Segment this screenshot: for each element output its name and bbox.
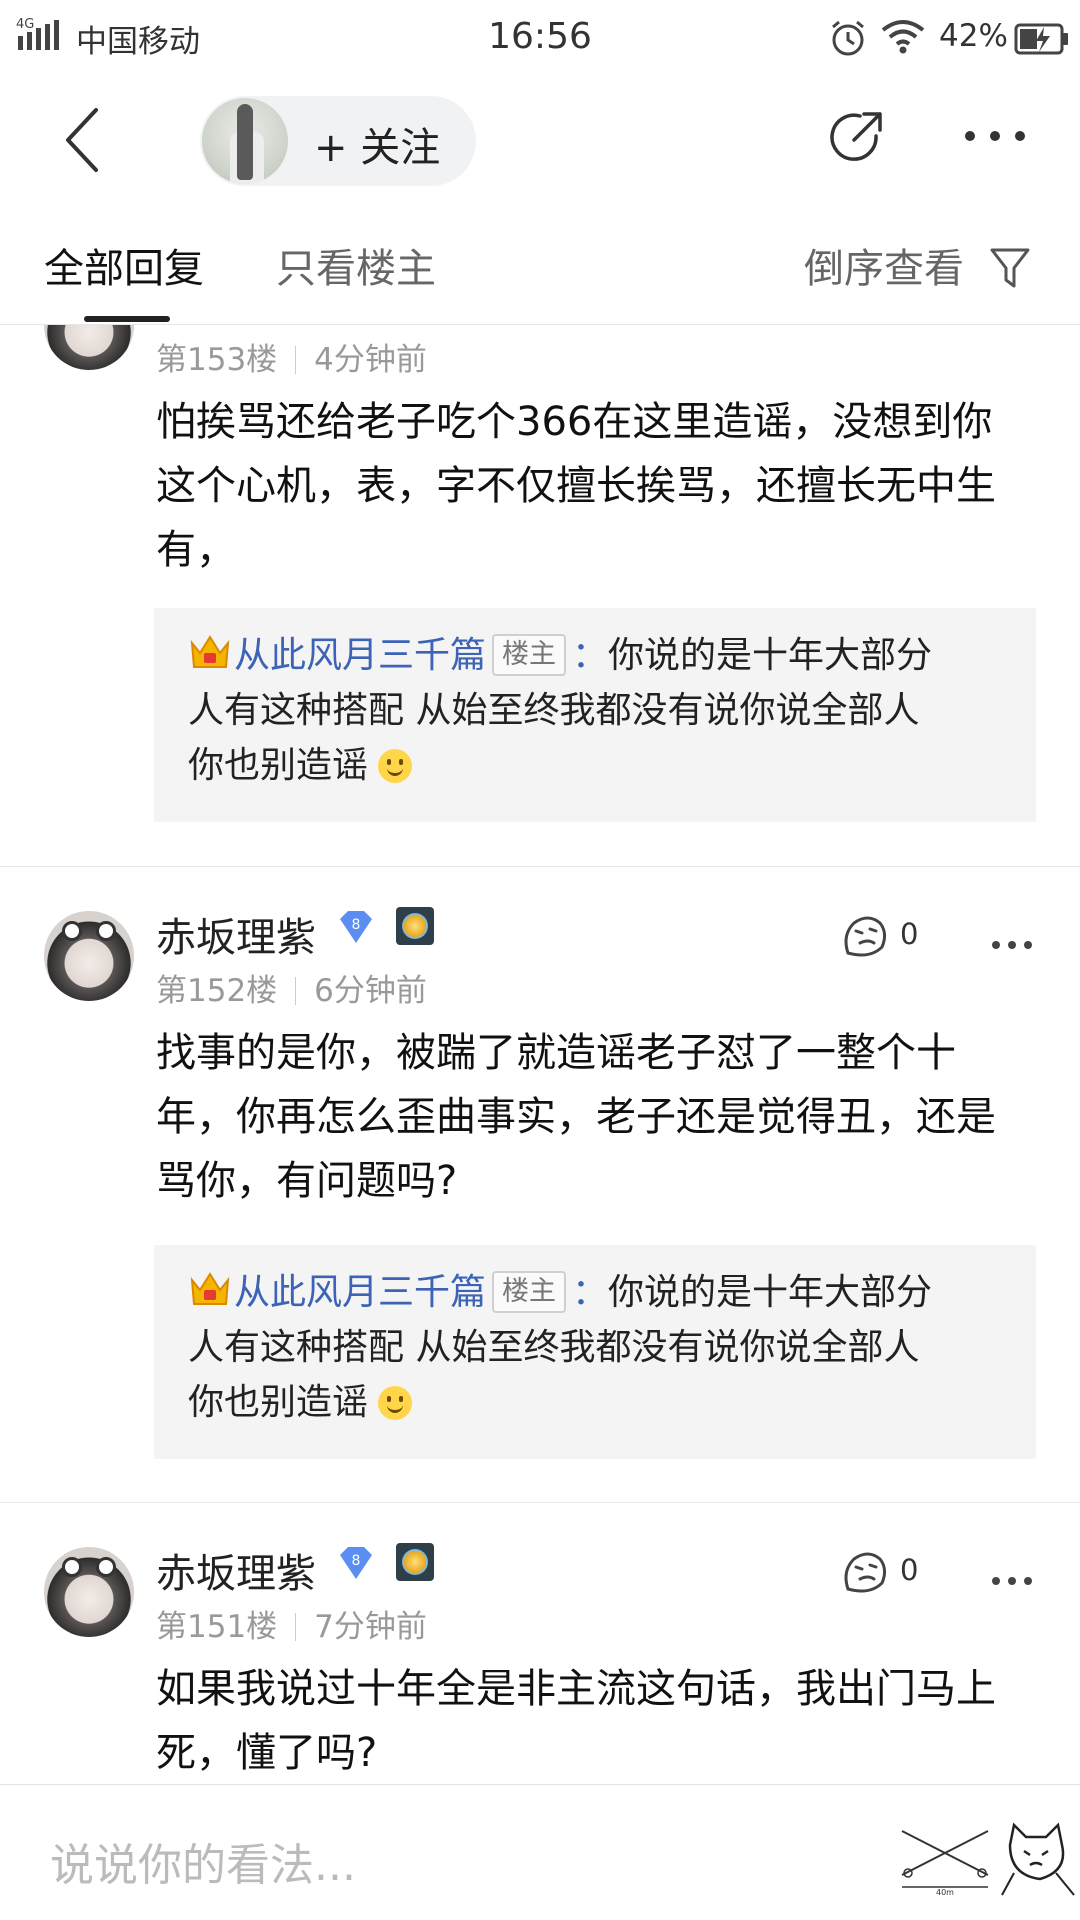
- sub-reply-author[interactable]: 从此风月三千篇: [234, 1272, 486, 1313]
- like-count: 0: [900, 1553, 919, 1587]
- post-time: 7分钟前: [314, 1609, 427, 1645]
- floor-number: 第152楼: [156, 973, 278, 1009]
- battery-percent: 42%: [939, 18, 1008, 54]
- level-badge-icon: 8: [340, 911, 372, 943]
- content-line: 死，懂了吗?: [156, 1730, 378, 1776]
- status-bar: 4G 中国移动 16:56 42%: [0, 0, 1080, 76]
- sub-reply-author[interactable]: 从此风月三千篇: [234, 635, 486, 676]
- svg-text:40m: 40m: [936, 1888, 954, 1897]
- reply-content: 如果我说过十年全是非主流这句话，我出门马上 死，懂了吗?: [156, 1657, 1036, 1784]
- post-more-icon[interactable]: [990, 1573, 1034, 1589]
- sub-reply-text: 人有这种搭配 从始至终我都没有说你说全部人: [188, 1327, 920, 1368]
- floor-number: 第151楼: [156, 1609, 278, 1645]
- like-face-icon: [844, 916, 887, 957]
- tab-host-only[interactable]: 只看楼主: [276, 236, 436, 294]
- reply-feed: 第153楼 4分钟前 怕挨骂还给老子吃个366在这里造谣，没想到你 这个心机，表，…: [0, 324, 1080, 1784]
- svg-text:8: 8: [352, 1553, 361, 1569]
- sub-reply-text: 你也别造谣: [188, 745, 369, 786]
- avatar[interactable]: [44, 1547, 134, 1637]
- avatar[interactable]: [44, 324, 134, 370]
- post-meta: 第153楼 4分钟前: [156, 334, 427, 379]
- host-tag: 楼主: [492, 1271, 567, 1313]
- post-meta: 第152楼 6分钟前: [156, 965, 427, 1010]
- like-button[interactable]: 0: [840, 913, 960, 963]
- more-icon[interactable]: [960, 116, 1030, 156]
- content-line: 找事的是你，被踹了就造谣老子怼了一整个十: [156, 1030, 956, 1076]
- reply-item[interactable]: 赤坂理紫 8 第151楼 7分钟前 0 如果我说过十年全是非主流这句话，我出门马…: [0, 1503, 1080, 1784]
- content-line: 有，: [156, 527, 236, 573]
- reply-tabs: 全部回复 只看楼主 倒序查看: [0, 206, 1080, 325]
- like-count: 0: [900, 917, 919, 951]
- active-tab-indicator: [84, 316, 170, 322]
- post-detail-screen: 4G 中国移动 16:56 42% + 关注 全部回复 只看楼主 倒序查看 第1…: [0, 0, 1080, 1920]
- sub-reply-text: 你说的是十年大部分: [608, 1272, 933, 1313]
- medal-icon: [396, 907, 434, 945]
- back-icon[interactable]: [56, 100, 116, 180]
- sub-reply-text: 你也别造谣: [188, 1382, 369, 1423]
- comment-bar: 说说你的看法... 40m: [0, 1784, 1080, 1920]
- host-tag: 楼主: [492, 634, 567, 676]
- alarm-icon: [832, 20, 864, 56]
- username[interactable]: 赤坂理紫: [156, 1541, 316, 1599]
- svg-text:8: 8: [352, 917, 361, 933]
- cat-sticker-icon[interactable]: [996, 1815, 1080, 1899]
- comment-input[interactable]: 说说你的看法...: [50, 1829, 356, 1893]
- reply-item[interactable]: 第153楼 4分钟前 怕挨骂还给老子吃个366在这里造谣，没想到你 这个心机，表，…: [0, 324, 1080, 864]
- username[interactable]: 赤坂理紫: [156, 905, 316, 963]
- like-face-icon: [844, 1552, 887, 1593]
- smile-emoji-icon: [378, 749, 413, 783]
- like-button[interactable]: 0: [840, 1549, 960, 1599]
- post-time: 6分钟前: [314, 973, 427, 1009]
- medal-icon: [396, 1543, 434, 1581]
- content-line: 怕挨骂还给老子吃个366在这里造谣，没想到你: [156, 399, 993, 445]
- post-more-icon[interactable]: [990, 937, 1034, 953]
- level-badge-icon: 8: [340, 1547, 372, 1579]
- author-avatar[interactable]: [202, 98, 288, 184]
- content-line: 这个心机，表，字不仅擅长挨骂，还擅长无中生: [156, 463, 996, 509]
- reply-content: 怕挨骂还给老子吃个366在这里造谣，没想到你 这个心机，表，字不仅擅长挨骂，还擅…: [156, 390, 1036, 582]
- measure-sticker-icon[interactable]: 40m: [898, 1817, 992, 1897]
- reply-item[interactable]: 赤坂理紫 8 第152楼 6分钟前 0 找事的是你，被踹了就造谣老子怼了一整个十…: [0, 867, 1080, 1503]
- post-time: 4分钟前: [314, 342, 427, 378]
- reverse-order-button[interactable]: 倒序查看: [804, 236, 964, 294]
- top-nav: + 关注: [0, 76, 1080, 206]
- reply-content: 找事的是你，被踹了就造谣老子怼了一整个十 年，你再怎么歪曲事实，老子还是觉得丑，…: [156, 1021, 1036, 1213]
- sub-reply-text: 你说的是十年大部分: [608, 635, 933, 676]
- content-line: 骂你，有问题吗?: [156, 1158, 458, 1204]
- battery-icon: [1014, 23, 1068, 55]
- crown-icon: [190, 1272, 230, 1305]
- filter-icon[interactable]: [988, 244, 1032, 292]
- content-line: 年，你再怎么歪曲事实，老子还是觉得丑，还是: [156, 1094, 996, 1140]
- post-meta: 第151楼 7分钟前: [156, 1601, 427, 1646]
- share-icon[interactable]: [824, 106, 888, 170]
- follow-button[interactable]: + 关注: [200, 96, 476, 186]
- sub-reply[interactable]: 从此风月三千篇 楼主 ：你说的是十年大部分 人有这种搭配 从始至终我都没有说你说全部…: [154, 608, 1036, 822]
- content-line: 如果我说过十年全是非主流这句话，我出门马上: [156, 1666, 996, 1712]
- floor-number: 第153楼: [156, 342, 278, 378]
- tab-all-replies[interactable]: 全部回复: [44, 236, 204, 294]
- crown-icon: [190, 635, 230, 668]
- sub-reply-text: 人有这种搭配 从始至终我都没有说你说全部人: [188, 690, 920, 731]
- wifi-icon: [881, 20, 925, 54]
- avatar[interactable]: [44, 911, 134, 1001]
- follow-label: + 关注: [314, 125, 441, 171]
- sub-reply[interactable]: 从此风月三千篇 楼主 ：你说的是十年大部分 人有这种搭配 从始至终我都没有说你说全部…: [154, 1245, 1036, 1459]
- smile-emoji-icon: [378, 1386, 413, 1420]
